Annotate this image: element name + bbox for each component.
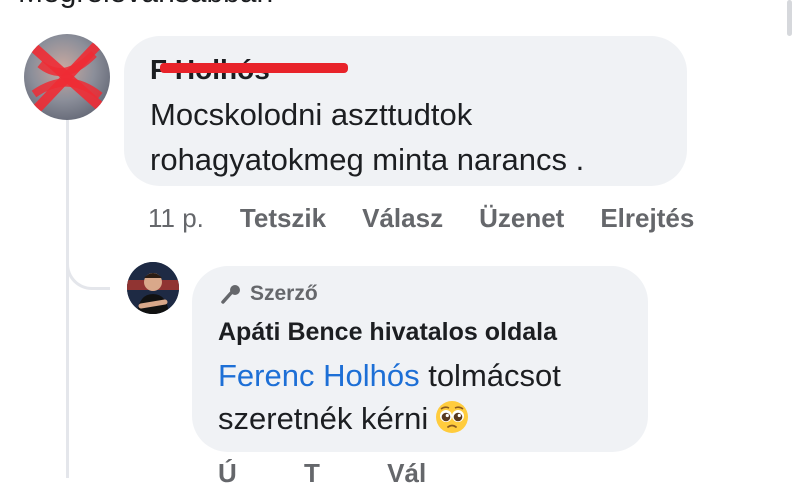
pleading-face-icon <box>434 399 470 446</box>
comment-actions: 11 p. Tetszik Válasz Üzenet Elrejtés <box>148 201 730 235</box>
microphone-icon <box>221 285 240 304</box>
reply-author-name[interactable]: Apáti Bence hivatalos oldala <box>218 318 557 347</box>
name-redaction-mark <box>160 63 348 73</box>
reply-text-segment: szeretnék kérni <box>218 401 429 436</box>
reply-action-partial[interactable]: Vál <box>387 458 426 488</box>
mention-link[interactable]: Ferenc Holhós <box>218 358 420 393</box>
reply-text: Ferenc Holhós tolmácsot szeretnék kérni <box>218 354 638 446</box>
like-button[interactable]: Tetszik <box>240 203 326 234</box>
scrollbar[interactable] <box>787 0 792 36</box>
reply-button[interactable]: Válasz <box>362 203 443 234</box>
previous-content-text: Megrelevánsabban <box>18 0 273 10</box>
reply-action-partial[interactable]: T <box>304 458 320 488</box>
commenter-avatar[interactable] <box>24 34 110 120</box>
comment-timestamp[interactable]: 11 p. <box>148 203 204 234</box>
reply-action-partial[interactable]: Ú <box>218 458 237 488</box>
comment-text: Mocskolodni aszttudtok rohagyatokmeg min… <box>150 92 670 182</box>
comment-text-line: rohagyatokmeg minta narancs . <box>150 142 585 177</box>
reply-text-line: szeretnék kérni <box>218 397 638 446</box>
author-badge: Szerző <box>220 282 318 306</box>
reply-text-line: Ferenc Holhós tolmácsot <box>218 354 638 397</box>
hide-button[interactable]: Elrejtés <box>600 203 694 234</box>
comment-text-line: Mocskolodni aszttudtok <box>150 97 473 132</box>
message-button[interactable]: Üzenet <box>479 203 564 234</box>
reply-actions: Ú T Vál <box>218 458 486 489</box>
person-photo-icon <box>127 262 179 314</box>
author-avatar[interactable] <box>127 262 179 314</box>
thread-line <box>66 118 69 478</box>
thread-connector <box>66 240 110 290</box>
redaction-scribble-icon <box>25 35 109 119</box>
author-badge-label: Szerző <box>250 282 318 305</box>
reply-text-segment: tolmácsot <box>419 358 561 393</box>
